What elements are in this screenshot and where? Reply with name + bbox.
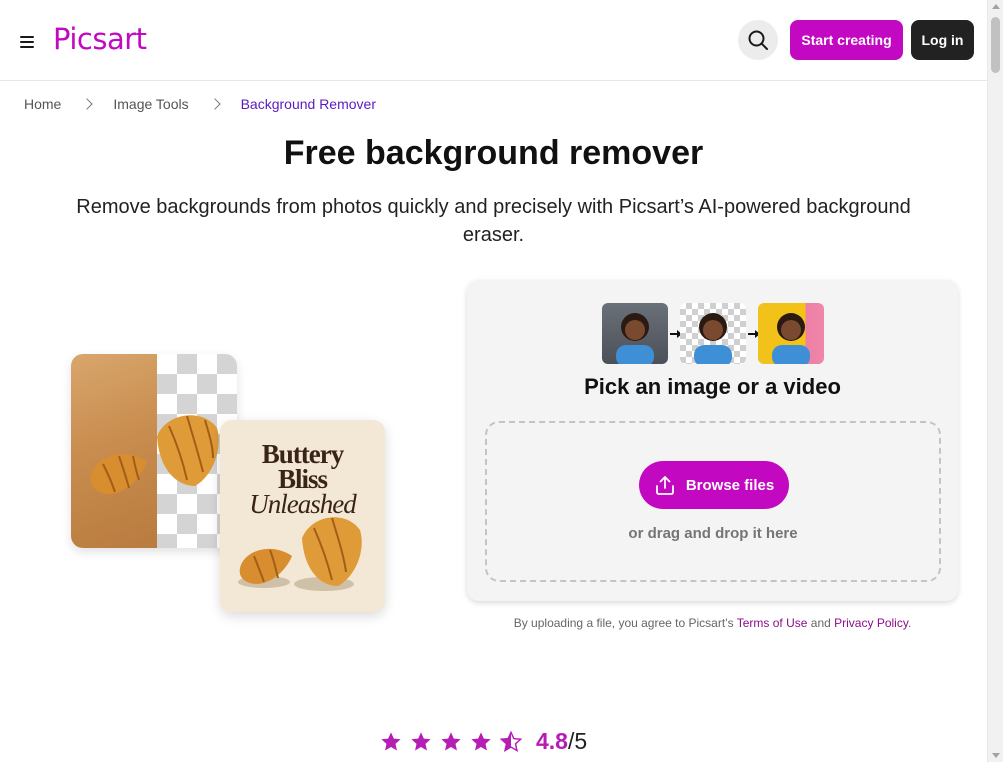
croissant-image bbox=[157, 415, 219, 486]
breadcrumb-image-tools[interactable]: Image Tools bbox=[113, 96, 188, 112]
scroll-up-icon[interactable] bbox=[992, 4, 1000, 9]
logo[interactable]: Picsart bbox=[53, 22, 147, 56]
arrow-icon bbox=[748, 330, 760, 338]
menu-icon[interactable] bbox=[20, 35, 36, 49]
browse-files-label: Browse files bbox=[685, 476, 775, 494]
star-icon bbox=[471, 731, 491, 751]
page-subtitle: Remove backgrounds from photos quickly a… bbox=[76, 196, 911, 246]
thumbnail-new-background bbox=[758, 303, 824, 364]
star-icon bbox=[441, 731, 461, 751]
before-photo-card bbox=[71, 354, 237, 548]
login-button[interactable]: Log in bbox=[911, 20, 974, 60]
card-headline: Buttery Bliss Unleashed bbox=[249, 439, 356, 519]
croissant-image bbox=[90, 454, 147, 494]
arrow-icon bbox=[670, 330, 682, 338]
page-title: Free background remover bbox=[283, 134, 704, 172]
scrollbar[interactable] bbox=[987, 0, 1003, 762]
star-icon bbox=[381, 731, 401, 751]
site-header: Picsart Start creating Log in bbox=[0, 0, 987, 81]
star-icon bbox=[411, 731, 431, 751]
illustration: Buttery Bliss Unleashed bbox=[71, 354, 387, 614]
search-button[interactable] bbox=[738, 20, 778, 60]
chevron-right-icon bbox=[81, 98, 94, 110]
drag-drop-text: or drag and drop it here bbox=[628, 525, 798, 542]
breadcrumb-home[interactable]: Home bbox=[24, 96, 61, 112]
upload-title: Pick an image or a video bbox=[584, 374, 841, 399]
search-icon bbox=[748, 30, 768, 50]
croissant-image bbox=[238, 548, 292, 588]
browse-files-button[interactable]: Browse files bbox=[639, 461, 789, 509]
rating: 4.8/5 bbox=[380, 728, 587, 755]
half-star-icon bbox=[500, 730, 522, 752]
terms-link[interactable]: Terms of Use bbox=[737, 616, 808, 630]
privacy-link[interactable]: Privacy Policy bbox=[834, 616, 908, 630]
breadcrumb-background-remover[interactable]: Background Remover bbox=[241, 96, 376, 112]
croissant-image bbox=[294, 517, 362, 591]
rating-max: /5 bbox=[567, 728, 588, 754]
thumbnail-original bbox=[602, 303, 668, 364]
dropzone[interactable]: Browse files or drag and drop it here bbox=[485, 421, 941, 582]
chevron-right-icon bbox=[208, 98, 221, 110]
example-thumbnails bbox=[602, 303, 824, 365]
scroll-down-icon[interactable] bbox=[992, 753, 1000, 758]
after-photo-card: Buttery Bliss Unleashed bbox=[220, 420, 385, 612]
thumbnail-removed bbox=[680, 303, 746, 364]
upload-panel: Pick an image or a video Browse files or… bbox=[467, 280, 958, 601]
rating-value: 4.8 bbox=[536, 728, 568, 754]
breadcrumb: Home Image Tools Background Remover bbox=[24, 96, 376, 112]
start-creating-button[interactable]: Start creating bbox=[790, 20, 903, 60]
upload-icon bbox=[655, 476, 674, 495]
scroll-thumb[interactable] bbox=[991, 17, 1000, 73]
legal-notice: By uploading a file, you agree to Picsar… bbox=[513, 616, 912, 630]
